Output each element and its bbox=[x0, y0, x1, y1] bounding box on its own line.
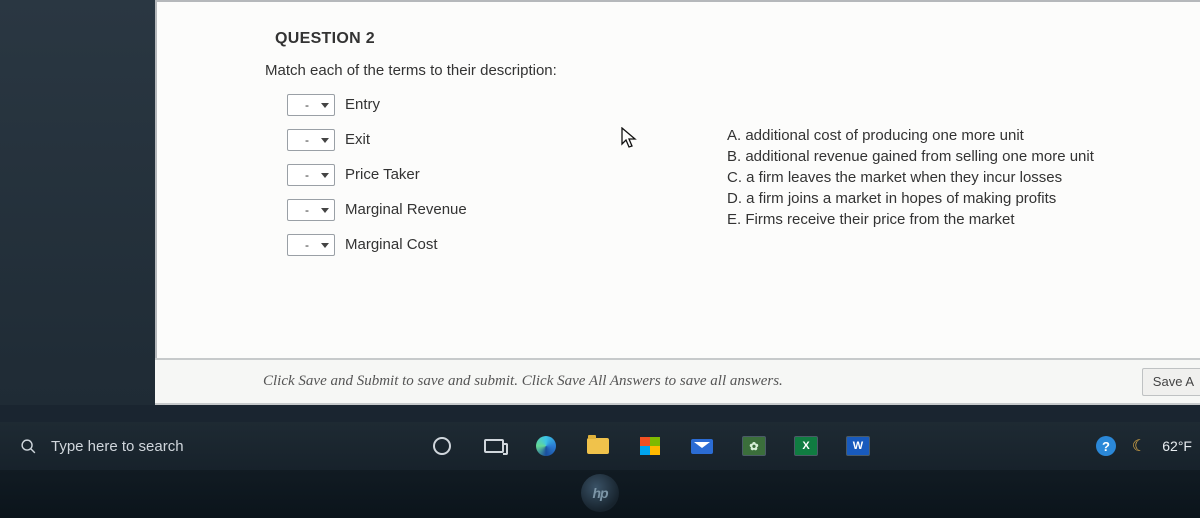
term-select-wrap: - bbox=[287, 94, 335, 116]
term-select-wrap: - bbox=[287, 164, 335, 186]
term-label: Marginal Revenue bbox=[345, 201, 467, 218]
term-label: Entry bbox=[345, 96, 380, 113]
term-select-wrap: - bbox=[287, 234, 335, 256]
question-number-header: QUESTION 2 bbox=[157, 12, 1200, 58]
app-icon[interactable]: ✿ bbox=[742, 434, 766, 458]
question-instruction: Match each of the terms to their descrip… bbox=[157, 58, 1200, 87]
window-left-bezel bbox=[0, 0, 155, 405]
description-item: C. a firm leaves the market when they in… bbox=[727, 167, 1200, 188]
term-select-marginal-cost[interactable]: - bbox=[287, 234, 335, 256]
search-icon bbox=[20, 438, 37, 455]
term-row: - Price Taker bbox=[287, 157, 707, 192]
file-explorer-icon[interactable] bbox=[586, 434, 610, 458]
term-label: Marginal Cost bbox=[345, 236, 438, 253]
matching-area: - Entry - Exit - Price Taker bbox=[157, 87, 1200, 262]
description-item: E. Firms receive their price from the ma… bbox=[727, 209, 1200, 230]
hp-logo: hp bbox=[581, 474, 619, 512]
term-select-wrap: - bbox=[287, 129, 335, 151]
term-label: Price Taker bbox=[345, 166, 420, 183]
weather-moon-icon: ☾ bbox=[1132, 436, 1146, 456]
term-select-price-taker[interactable]: - bbox=[287, 164, 335, 186]
windows-taskbar: Type here to search ✿ X W ? ☾ 62°F bbox=[0, 422, 1200, 470]
term-row: - Entry bbox=[287, 87, 707, 122]
microsoft-store-icon[interactable] bbox=[638, 434, 662, 458]
edge-icon[interactable] bbox=[534, 434, 558, 458]
excel-icon[interactable]: X bbox=[794, 434, 818, 458]
description-item: A. additional cost of producing one more… bbox=[727, 125, 1200, 146]
term-row: - Marginal Revenue bbox=[287, 192, 707, 227]
task-view-icon[interactable] bbox=[482, 434, 506, 458]
save-hint-bar: Click Save and Submit to save and submit… bbox=[155, 358, 1200, 405]
save-hint-text: Click Save and Submit to save and submit… bbox=[263, 373, 783, 390]
term-select-exit[interactable]: - bbox=[287, 129, 335, 151]
term-select-marginal-revenue[interactable]: - bbox=[287, 199, 335, 221]
question-panel: QUESTION 2 Match each of the terms to th… bbox=[155, 0, 1200, 405]
term-select-entry[interactable]: - bbox=[287, 94, 335, 116]
term-row: - Marginal Cost bbox=[287, 227, 707, 262]
term-label: Exit bbox=[345, 131, 370, 148]
term-row: - Exit bbox=[287, 122, 707, 157]
description-item: B. additional revenue gained from sellin… bbox=[727, 146, 1200, 167]
cortana-icon[interactable] bbox=[430, 434, 454, 458]
taskbar-search[interactable]: Type here to search bbox=[0, 422, 390, 470]
term-select-wrap: - bbox=[287, 199, 335, 221]
terms-column: - Entry - Exit - Price Taker bbox=[287, 87, 707, 262]
save-all-button[interactable]: Save A bbox=[1142, 368, 1200, 396]
help-icon[interactable]: ? bbox=[1096, 436, 1116, 456]
weather-temperature[interactable]: 62°F bbox=[1162, 438, 1192, 454]
system-tray: ? ☾ 62°F bbox=[1096, 436, 1200, 456]
description-item: D. a firm joins a market in hopes of mak… bbox=[727, 188, 1200, 209]
word-icon[interactable]: W bbox=[846, 434, 870, 458]
search-placeholder: Type here to search bbox=[51, 438, 184, 455]
descriptions-column: A. additional cost of producing one more… bbox=[707, 87, 1200, 262]
taskbar-app-icons: ✿ X W bbox=[390, 434, 870, 458]
laptop-bezel: hp bbox=[0, 470, 1200, 518]
mail-icon[interactable] bbox=[690, 434, 714, 458]
